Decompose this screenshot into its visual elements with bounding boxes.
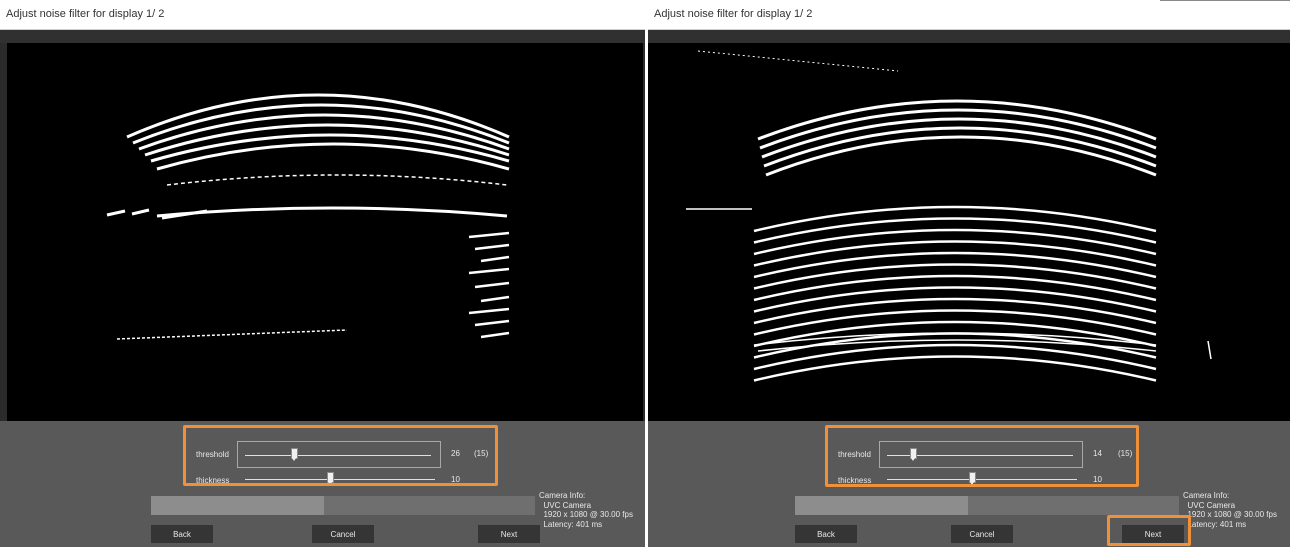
stripe-right-fragment	[480, 331, 510, 339]
camera-info-model: UVC Camera	[543, 500, 592, 510]
progress-bar	[795, 496, 1179, 515]
camera-info-model: UVC Camera	[1187, 500, 1236, 510]
camera-info-resolution: 1920 x 1080 @ 30.00 fps	[1187, 510, 1277, 519]
camera-info-latency: Latency: 401 ms	[543, 519, 603, 529]
stripe-top-noise	[697, 50, 899, 72]
camera-info-heading: Camera Info:	[1183, 491, 1230, 500]
camera-preview	[648, 43, 1290, 421]
window-title: Adjust noise filter for display 1/ 2	[6, 8, 165, 20]
stripe-right-fragment	[468, 307, 510, 315]
back-button[interactable]: Back	[151, 525, 213, 543]
filter-controls: threshold 26 (15) thickness 10 Camera In…	[0, 421, 645, 547]
highlight-box-sliders	[183, 425, 498, 486]
window-title: Adjust noise filter for display 1/ 2	[654, 8, 813, 20]
camera-preview	[7, 43, 643, 421]
next-button[interactable]: Next	[478, 525, 540, 543]
titlebar-rule	[1160, 0, 1290, 1]
title-strip	[648, 30, 1290, 43]
progress-bar	[151, 496, 535, 515]
progress-fill	[151, 496, 324, 515]
stripe-right-fragment	[474, 281, 510, 289]
window-titlebar: Adjust noise filter for display 1/ 2	[648, 0, 1290, 30]
window-titlebar: Adjust noise filter for display 1/ 2	[0, 0, 645, 30]
stripe-fragment	[106, 209, 126, 217]
highlight-box-sliders	[825, 425, 1139, 487]
stripe	[753, 355, 1157, 382]
camera-info-resolution: 1920 x 1080 @ 30.00 fps	[543, 510, 633, 519]
title-strip	[0, 30, 645, 43]
stripe-right-fragment	[468, 267, 510, 275]
stripe-right-noise	[1207, 340, 1212, 360]
progress-fill	[795, 496, 968, 515]
stripe-pattern	[106, 93, 510, 340]
camera-info-heading: Camera Info:	[539, 491, 586, 500]
camera-info-latency: Latency: 401 ms	[1187, 519, 1247, 529]
camera-info: Camera Info: UVC Camera 1920 x 1080 @ 30…	[1183, 491, 1277, 529]
stripe-right-fragment	[474, 243, 510, 251]
stripe-fragment	[131, 208, 150, 216]
stripe	[763, 126, 1157, 168]
stripe	[156, 206, 508, 218]
stripe	[765, 135, 1157, 177]
cancel-button[interactable]: Cancel	[312, 525, 374, 543]
highlight-box-next	[1107, 515, 1191, 546]
camera-info: Camera Info: UVC Camera 1920 x 1080 @ 30…	[539, 491, 633, 529]
stripe-right-fragment	[468, 231, 510, 239]
stripe-right-fragment	[480, 255, 510, 263]
back-button[interactable]: Back	[795, 525, 857, 543]
left-window: Adjust noise filter for display 1/ 2 thr…	[0, 0, 645, 547]
stripe-bottom-faint	[116, 329, 348, 340]
stripe-right-fragment	[480, 295, 510, 303]
stripe-right-fragment	[474, 319, 510, 327]
filter-controls: threshold 14 (15) thickness 10 Camera In…	[648, 421, 1290, 547]
cancel-button[interactable]: Cancel	[951, 525, 1013, 543]
stripe-pattern	[686, 50, 1212, 382]
right-window: Adjust noise filter for display 1/ 2 thr…	[648, 0, 1290, 547]
stripe-faint	[166, 174, 508, 186]
